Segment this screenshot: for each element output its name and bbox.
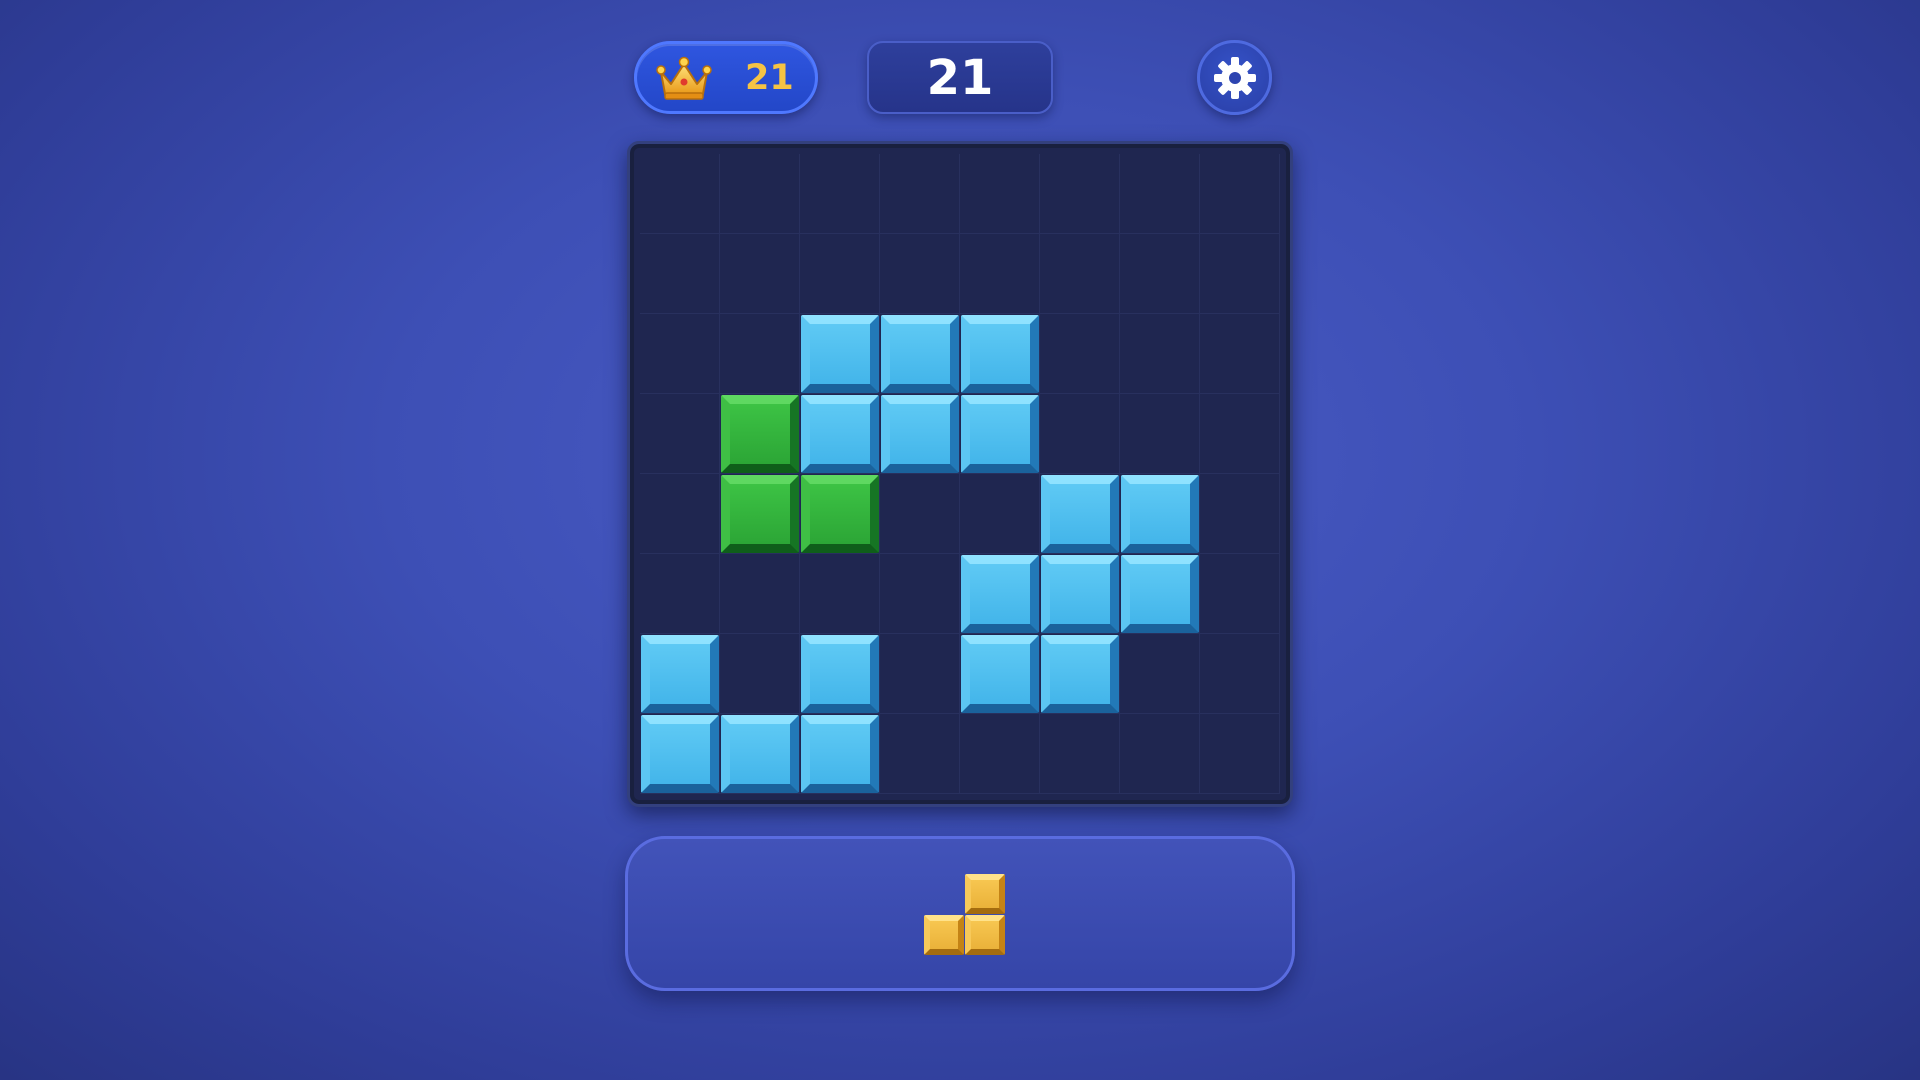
current-score: 21 <box>867 41 1053 114</box>
board-cell[interactable] <box>720 154 800 234</box>
blue-block <box>1041 635 1119 713</box>
board-cell[interactable] <box>1120 314 1200 394</box>
green-block <box>721 395 799 473</box>
board-cell[interactable] <box>640 474 720 554</box>
board-cell[interactable] <box>880 714 960 794</box>
board-cell[interactable] <box>640 154 720 234</box>
blue-block <box>721 715 799 793</box>
board-cell[interactable] <box>720 234 800 314</box>
blue-block <box>801 715 879 793</box>
board-cell[interactable] <box>640 554 720 634</box>
board-cell[interactable] <box>1040 234 1120 314</box>
board-cell[interactable] <box>720 554 800 634</box>
board-cell[interactable] <box>960 714 1040 794</box>
board-cell[interactable] <box>1200 474 1280 554</box>
yellow-piece-block <box>965 915 1005 955</box>
board-cell[interactable] <box>1040 154 1120 234</box>
blue-block <box>641 635 719 713</box>
board-cell[interactable] <box>1120 234 1200 314</box>
game-board[interactable] <box>627 141 1293 807</box>
board-cell[interactable] <box>640 234 720 314</box>
blue-block <box>641 715 719 793</box>
board-cell[interactable] <box>640 314 720 394</box>
board-cell[interactable] <box>800 554 880 634</box>
board-cell[interactable] <box>880 554 960 634</box>
board-cell[interactable] <box>1040 714 1120 794</box>
next-piece[interactable] <box>924 874 1006 956</box>
blue-block <box>881 315 959 393</box>
board-cell[interactable] <box>1200 634 1280 714</box>
gear-icon <box>1213 56 1256 99</box>
blue-block <box>1041 555 1119 633</box>
yellow-piece-block <box>924 915 964 955</box>
board-cell[interactable] <box>720 634 800 714</box>
blue-block <box>961 395 1039 473</box>
board-cell[interactable] <box>720 314 800 394</box>
board-cell[interactable] <box>960 154 1040 234</box>
board-cell[interactable] <box>880 154 960 234</box>
board-cell[interactable] <box>960 234 1040 314</box>
board-cell[interactable] <box>1200 234 1280 314</box>
board-cell[interactable] <box>1200 394 1280 474</box>
board-cell[interactable] <box>800 154 880 234</box>
blue-block <box>1121 475 1199 553</box>
settings-button[interactable] <box>1197 40 1272 115</box>
blue-block <box>961 635 1039 713</box>
blue-block <box>801 635 879 713</box>
blue-block <box>1121 555 1199 633</box>
board-cell[interactable] <box>960 474 1040 554</box>
board-cell[interactable] <box>1120 394 1200 474</box>
board-cell[interactable] <box>1200 554 1280 634</box>
board-cell[interactable] <box>880 234 960 314</box>
board-cell[interactable] <box>1040 394 1120 474</box>
blue-block <box>1041 475 1119 553</box>
yellow-piece-block <box>965 874 1005 914</box>
green-block <box>801 475 879 553</box>
best-score-value: 21 <box>745 57 794 98</box>
piece-tray <box>625 836 1295 991</box>
blue-block <box>961 555 1039 633</box>
board-cell[interactable] <box>1120 714 1200 794</box>
board-cell[interactable] <box>1200 714 1280 794</box>
board-cell[interactable] <box>1120 154 1200 234</box>
green-block <box>721 475 799 553</box>
blue-block <box>801 395 879 473</box>
blue-block <box>881 395 959 473</box>
board-cell[interactable] <box>880 474 960 554</box>
blue-block <box>961 315 1039 393</box>
board-cell[interactable] <box>880 634 960 714</box>
board-cell[interactable] <box>1040 314 1120 394</box>
board-cell[interactable] <box>1200 314 1280 394</box>
best-score-badge: 21 <box>634 41 818 114</box>
board-cell[interactable] <box>1200 154 1280 234</box>
board-cell[interactable] <box>1120 634 1200 714</box>
board-cell[interactable] <box>800 234 880 314</box>
blue-block <box>801 315 879 393</box>
board-cell[interactable] <box>640 394 720 474</box>
crown-icon <box>656 56 712 100</box>
